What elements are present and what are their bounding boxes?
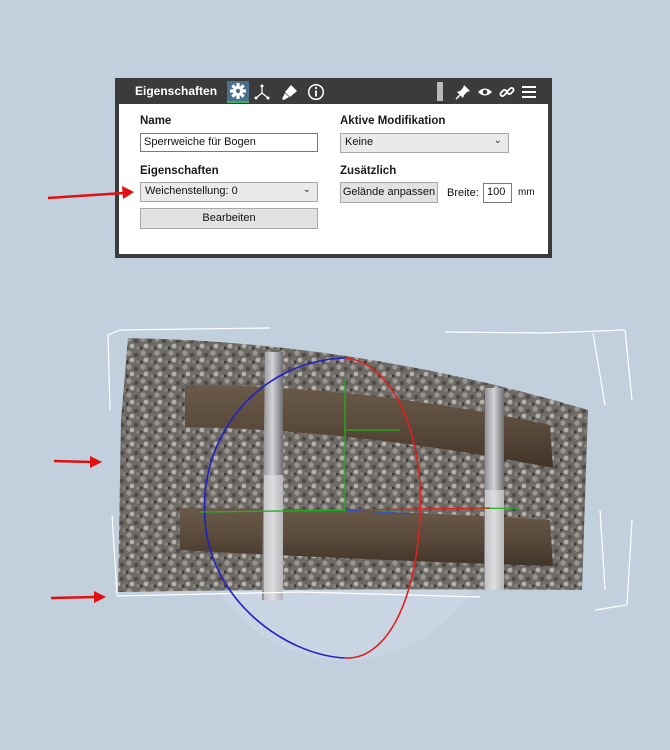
viewport-scene[interactable] bbox=[0, 0, 670, 750]
rail-highlight bbox=[485, 490, 504, 590]
annotation-arrow bbox=[50, 591, 106, 603]
annotation-arrow bbox=[47, 186, 134, 200]
rail-highlight bbox=[264, 475, 283, 600]
annotation-arrow bbox=[53, 456, 102, 468]
